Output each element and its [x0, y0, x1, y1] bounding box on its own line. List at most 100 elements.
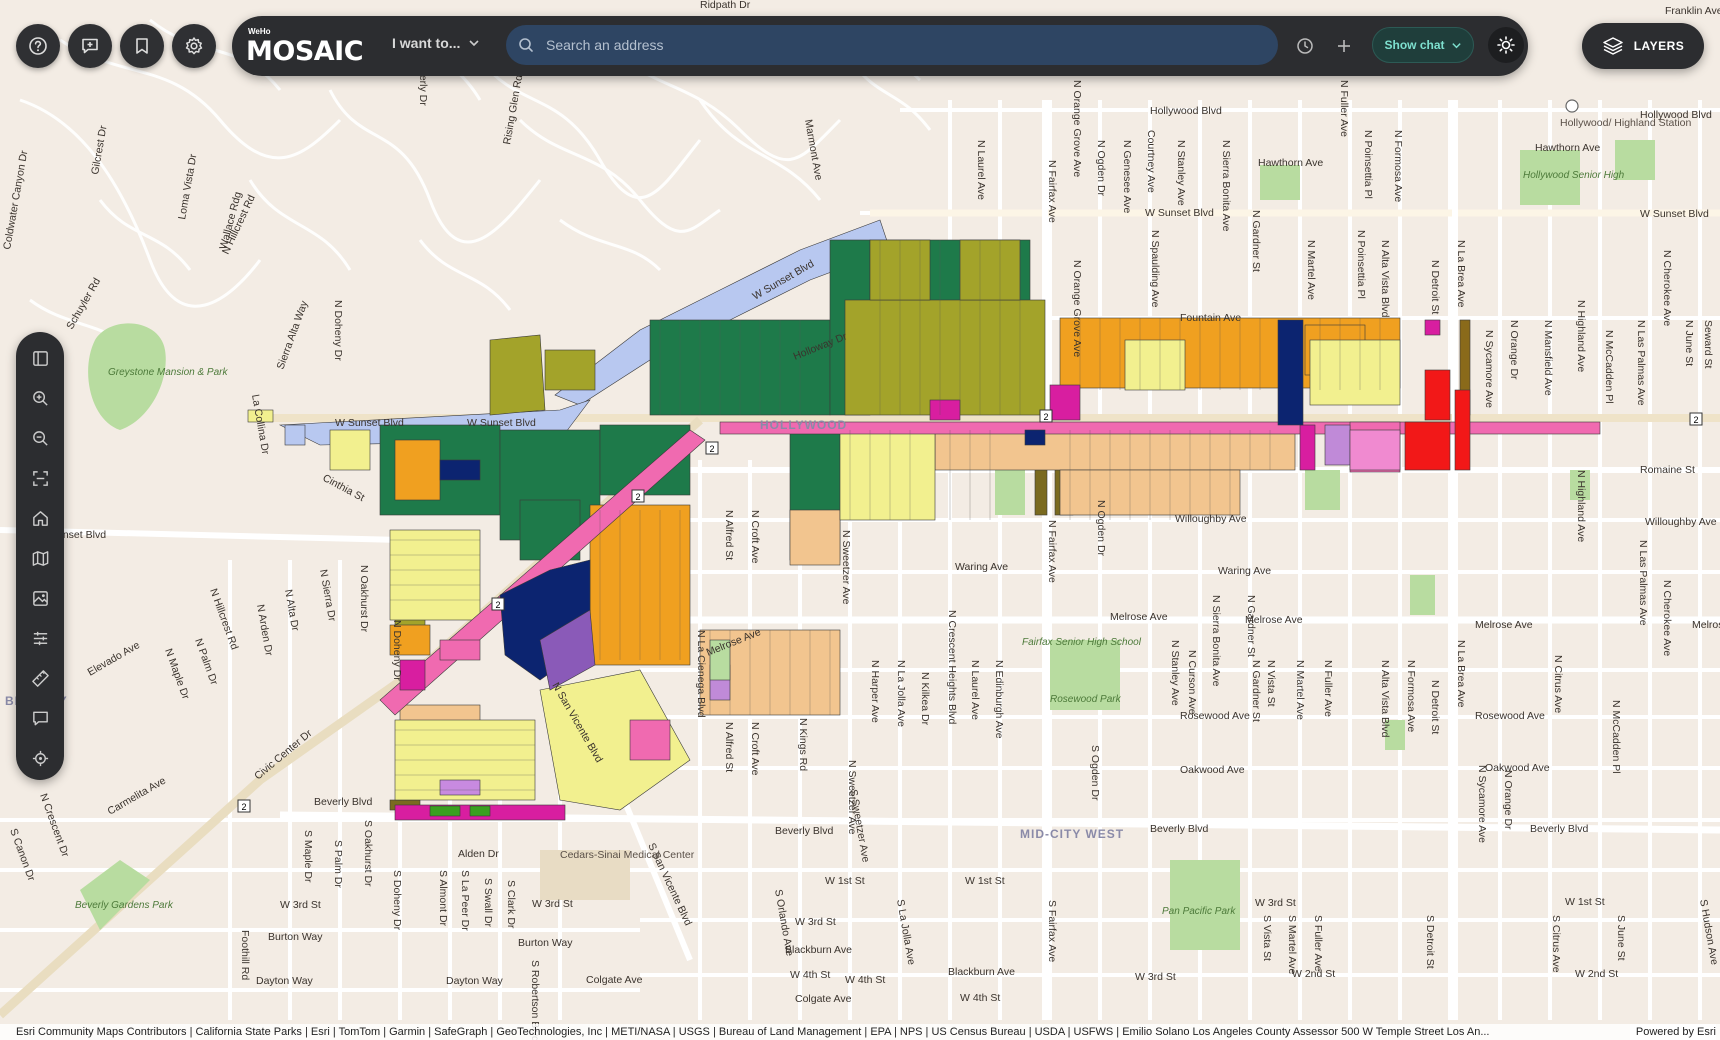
bookmark-button[interactable]	[120, 24, 164, 68]
svg-text:Blackburn Ave: Blackburn Ave	[948, 966, 1015, 978]
svg-text:W Sunset Blvd: W Sunset Blvd	[467, 417, 536, 429]
help-button[interactable]	[16, 24, 60, 68]
svg-text:Oakwood Ave: Oakwood Ave	[1180, 764, 1245, 776]
svg-text:N Las Palmas Ave: N Las Palmas Ave	[1635, 320, 1647, 406]
zoom-out-button[interactable]	[28, 426, 52, 450]
map-canvas[interactable]: 2 2 2 2 2 2 Hollywood Blvd Hollywood Blv…	[0, 0, 1720, 1040]
show-chat-button[interactable]: Show chat	[1372, 27, 1474, 63]
layers-button[interactable]: LAYERS	[1582, 23, 1704, 69]
powered-by-esri-link[interactable]: Powered by Esri	[1629, 1024, 1716, 1040]
home-button[interactable]	[28, 506, 52, 530]
svg-text:N La Cienega Blvd: N La Cienega Blvd	[695, 630, 707, 718]
app-logo[interactable]: WeHo MOSAIC	[246, 27, 364, 67]
svg-text:N Poinsettia Pl: N Poinsettia Pl	[1362, 130, 1374, 199]
svg-text:N Cherokee Ave: N Cherokee Ave	[1661, 580, 1673, 656]
svg-text:MID-CITY WEST: MID-CITY WEST	[1020, 827, 1124, 841]
svg-text:W Sunset Blvd: W Sunset Blvd	[335, 417, 404, 429]
logo-weho-text: WeHo	[248, 27, 271, 36]
settings-button[interactable]	[172, 24, 216, 68]
svg-text:N Doheny Dr: N Doheny Dr	[391, 620, 403, 681]
bookmark-icon	[136, 38, 148, 54]
svg-text:N Doheny Dr: N Doheny Dr	[332, 300, 344, 361]
i-want-to-label: I want to...	[392, 35, 461, 51]
svg-text:Rosewood Ave: Rosewood Ave	[1475, 710, 1545, 722]
measure-button[interactable]	[28, 666, 52, 690]
svg-text:N McCadden Pl: N McCadden Pl	[1610, 700, 1622, 774]
svg-text:W 1st St: W 1st St	[965, 875, 1005, 887]
svg-text:Willoughby Ave: Willoughby Ave	[1175, 513, 1247, 525]
theme-toggle-button[interactable]	[1488, 27, 1524, 63]
svg-text:Hawthorn Ave: Hawthorn Ave	[1535, 142, 1600, 154]
svg-text:Pan Pacific Park: Pan Pacific Park	[1162, 906, 1236, 917]
filter-button[interactable]	[28, 626, 52, 650]
zoom-in-icon	[32, 390, 48, 406]
svg-text:Romaine St: Romaine St	[1640, 464, 1695, 476]
svg-text:N Cherokee Ave: N Cherokee Ave	[1661, 250, 1673, 326]
feedback-button[interactable]	[68, 24, 112, 68]
svg-text:Foothill Rd: Foothill Rd	[239, 930, 251, 980]
full-extent-button[interactable]	[28, 466, 52, 490]
svg-text:Cedars-Sinai Medical Center: Cedars-Sinai Medical Center	[560, 849, 695, 861]
zoom-out-icon	[32, 430, 48, 446]
svg-text:Franklin Ave: Franklin Ave	[1665, 5, 1720, 17]
svg-text:S Palm Dr: S Palm Dr	[332, 840, 344, 888]
search-input[interactable]	[544, 36, 1248, 54]
comment-button[interactable]	[28, 706, 52, 730]
svg-text:N Martel Ave: N Martel Ave	[1294, 660, 1306, 720]
svg-text:W 3rd St: W 3rd St	[532, 898, 573, 910]
svg-text:N Stanley Ave: N Stanley Ave	[1169, 640, 1181, 706]
svg-text:N Highland Ave: N Highland Ave	[1575, 470, 1587, 542]
svg-text:W Sunset Blvd: W Sunset Blvd	[1640, 208, 1709, 220]
panel-icon	[32, 350, 48, 366]
svg-text:Hollywood Blvd: Hollywood Blvd	[1150, 105, 1222, 117]
svg-text:Waring Ave: Waring Ave	[1218, 565, 1271, 577]
svg-text:Beverly Blvd: Beverly Blvd	[1150, 823, 1209, 835]
svg-text:N Gardner St: N Gardner St	[1250, 660, 1262, 722]
svg-text:W 3rd St: W 3rd St	[795, 916, 836, 928]
imagery-button[interactable]	[28, 586, 52, 610]
svg-text:N Fuller Ave: N Fuller Ave	[1322, 660, 1334, 717]
svg-text:Ridpath Dr: Ridpath Dr	[700, 0, 751, 11]
filter-icon	[33, 631, 47, 645]
svg-text:S Ogden Dr: S Ogden Dr	[1089, 745, 1101, 801]
svg-text:2: 2	[1043, 412, 1048, 422]
svg-text:N Sierra Bonita Ave: N Sierra Bonita Ave	[1220, 140, 1232, 232]
svg-text:W 3rd St: W 3rd St	[1255, 897, 1296, 909]
plus-icon	[1338, 40, 1350, 52]
svg-text:N Citrus Ave: N Citrus Ave	[1552, 655, 1564, 713]
measure-icon	[31, 669, 49, 687]
full-extent-icon	[32, 470, 48, 486]
svg-text:W 4th St: W 4th St	[960, 992, 1000, 1004]
history-button[interactable]	[1292, 33, 1318, 59]
svg-text:N Ogden Dr: N Ogden Dr	[1095, 140, 1107, 197]
svg-text:Fountain Ave: Fountain Ave	[1180, 312, 1241, 324]
svg-text:S Vista St: S Vista St	[1261, 915, 1273, 961]
layers-icon	[1602, 37, 1623, 55]
locate-button[interactable]	[28, 746, 52, 770]
transit-station-icon[interactable]	[1565, 99, 1579, 113]
svg-text:Waring Ave: Waring Ave	[955, 561, 1008, 573]
svg-text:N Orange Dr: N Orange Dr	[1502, 770, 1514, 830]
svg-text:N Las Palmas Ave: N Las Palmas Ave	[1637, 540, 1649, 626]
svg-text:S Citrus Ave: S Citrus Ave	[1550, 915, 1562, 973]
i-want-to-dropdown[interactable]: I want to...	[392, 35, 480, 51]
basemap-icon	[32, 550, 48, 566]
search-bar[interactable]	[506, 25, 1278, 65]
add-button[interactable]	[1331, 33, 1357, 59]
svg-text:Melrose Ave: Melrose Ave	[1692, 619, 1720, 631]
svg-text:N Alfred St: N Alfred St	[723, 722, 735, 772]
svg-text:N Genesee Ave: N Genesee Ave	[1121, 140, 1133, 214]
basemap-button[interactable]	[28, 546, 52, 570]
zoom-in-button[interactable]	[28, 386, 52, 410]
svg-text:N Laurel Ave: N Laurel Ave	[975, 140, 987, 200]
help-icon	[29, 37, 47, 55]
svg-text:N Alta Vista Blvd: N Alta Vista Blvd	[1379, 240, 1391, 318]
svg-text:W 1st St: W 1st St	[1565, 896, 1605, 908]
settings-icon	[185, 37, 203, 55]
toggle-panel-button[interactable]	[28, 346, 52, 370]
home-icon	[32, 510, 48, 526]
chevron-down-icon	[469, 40, 480, 47]
svg-text:Dayton Way: Dayton Way	[446, 975, 504, 987]
logo-mosaic-text: MOSAIC	[246, 36, 364, 67]
show-chat-label: Show chat	[1384, 38, 1445, 52]
